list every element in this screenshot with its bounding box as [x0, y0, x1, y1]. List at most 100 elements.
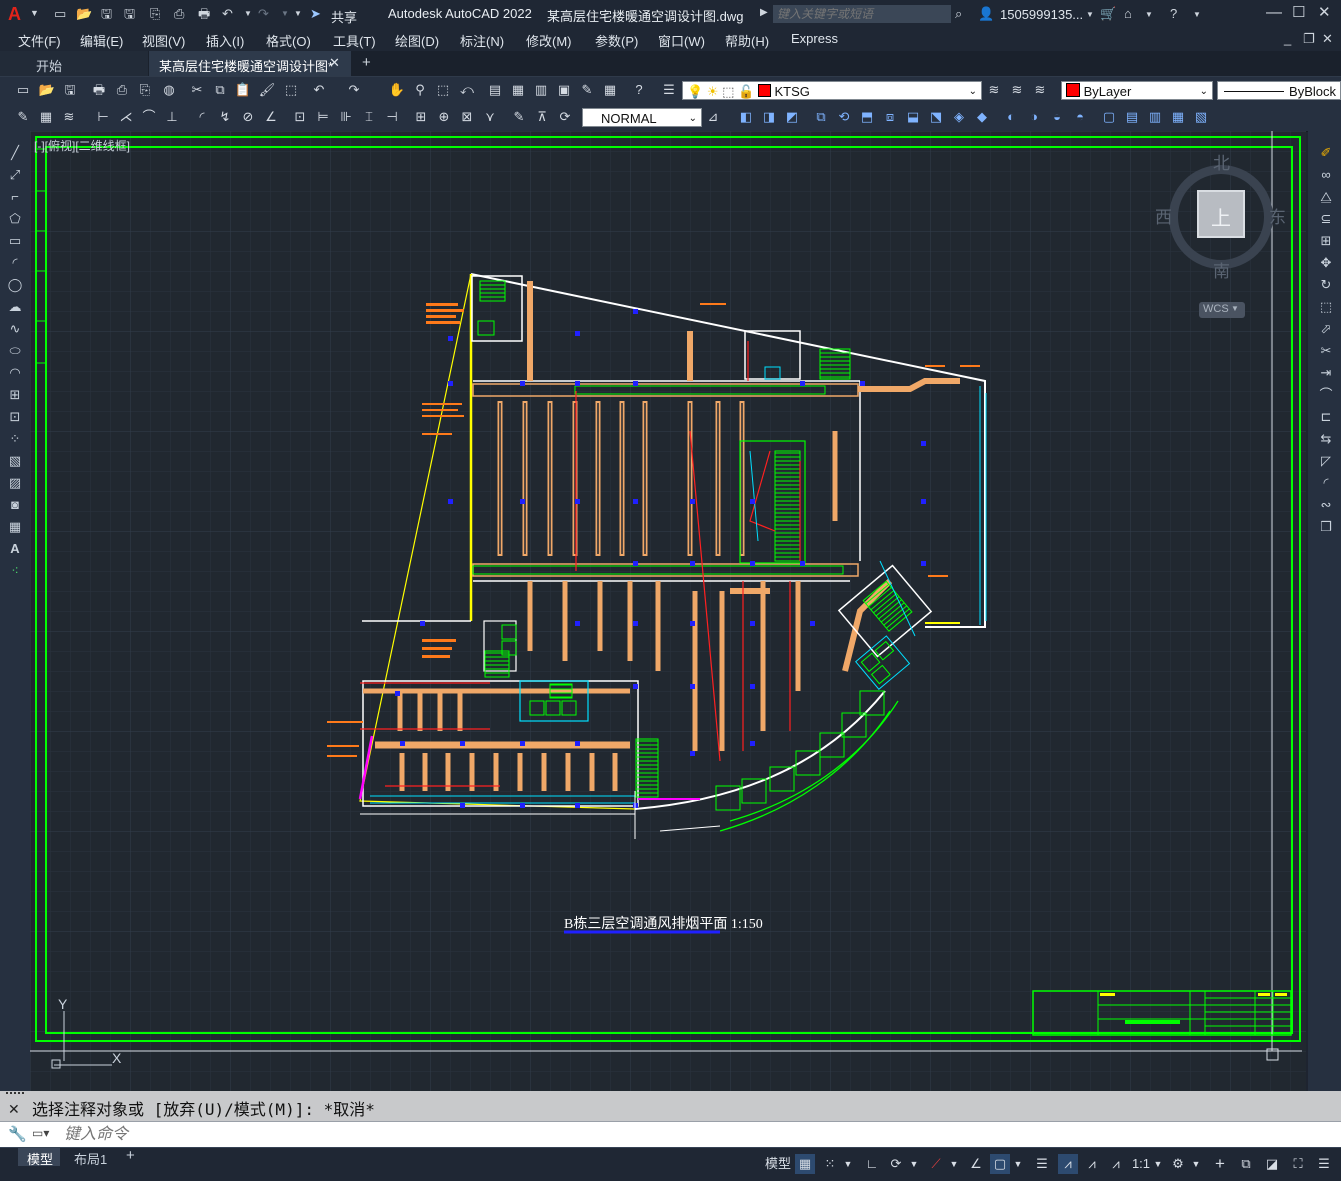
auto-scale-icon[interactable]: ⩘	[1082, 1154, 1102, 1174]
annotation-scale-icon[interactable]: ⩘	[1106, 1154, 1126, 1174]
add-selected-icon[interactable]: ⁖	[6, 562, 24, 580]
help-dropdown-icon[interactable]: ▼	[1193, 10, 1201, 19]
user-dropdown-icon[interactable]: ▼	[1086, 10, 1094, 19]
menu-express[interactable]: Express	[791, 31, 838, 46]
diameter-dim-icon[interactable]: ⊘	[239, 108, 257, 126]
tab-start[interactable]: 开始	[0, 51, 148, 76]
compass-south[interactable]: 南	[1213, 257, 1230, 282]
sheet-set-icon[interactable]: ▣	[555, 81, 573, 99]
zoom-previous-icon[interactable]: ⤺	[458, 81, 476, 99]
osnap-icon[interactable]: ▢	[990, 1154, 1010, 1174]
tool-palettes-icon[interactable]: ▥	[532, 81, 550, 99]
gradient-icon[interactable]: ▨	[6, 474, 24, 492]
shell-icon[interactable]: ▢	[1100, 108, 1118, 126]
help-icon[interactable]: ?	[630, 81, 648, 99]
extrude-icon[interactable]: ⬔	[927, 108, 945, 126]
arc-length-icon[interactable]: ⌒	[140, 108, 158, 126]
customization-menu-icon[interactable]: ☰	[1314, 1154, 1334, 1174]
help-icon[interactable]: ?	[1170, 4, 1177, 24]
pan-icon[interactable]: ✋	[388, 81, 406, 99]
3d-union-icon[interactable]: ◩	[783, 108, 801, 126]
layer-dropdown[interactable]: 💡 ☀ ⬚ 🔓 KTSG ⌄	[682, 81, 982, 100]
undo-dropdown-icon[interactable]: ▼	[244, 9, 252, 18]
blend-curves-icon[interactable]: ∾	[1317, 496, 1335, 514]
3d-move-icon[interactable]: ⧉	[812, 108, 830, 126]
compass-west[interactable]: 西	[1155, 203, 1172, 228]
style-chevron-down-icon[interactable]: ⌄	[689, 109, 697, 128]
mirror-icon[interactable]: ⧋	[1317, 188, 1335, 206]
gear-icon[interactable]: ⚙	[1168, 1154, 1188, 1174]
menu-modify[interactable]: 修改(M)	[526, 31, 572, 50]
user-icon[interactable]: 👤	[978, 4, 994, 24]
linetype-dropdown[interactable]: ByBlock	[1217, 81, 1341, 100]
3d-align-icon[interactable]: ⬒	[858, 108, 876, 126]
app-dropdown-icon[interactable]: ▼	[1145, 10, 1153, 19]
open-file-icon[interactable]: 📂	[76, 4, 92, 24]
drawing-canvas[interactable]: B栋三层空调通风排烟平面 1:150 Y X [-][俯视][二维线框] 上 北…	[30, 131, 1306, 1091]
lineweight-icon[interactable]: ☰	[1032, 1154, 1052, 1174]
save-icon[interactable]: 🖫	[61, 81, 79, 99]
clean-screen-icon[interactable]: ⛶	[1288, 1154, 1308, 1174]
match-props-icon[interactable]: 🖌	[258, 81, 276, 99]
dim-edit-icon[interactable]: ✎	[510, 108, 528, 126]
section-icon[interactable]: ◑	[1025, 108, 1043, 126]
doc-minimize-icon[interactable]: _	[1284, 29, 1291, 49]
open-web-icon[interactable]: ⎘	[150, 4, 160, 24]
new-tab-icon[interactable]: +	[362, 54, 371, 71]
insert-block-icon[interactable]: ⊞	[6, 386, 24, 404]
multiline-text-icon[interactable]: A	[6, 540, 24, 558]
dim-break-icon[interactable]: ⊣	[383, 108, 401, 126]
break-at-point-icon[interactable]: ⌒	[1317, 386, 1335, 404]
copy-object-icon[interactable]: ∞	[1317, 166, 1335, 184]
wrench-icon[interactable]: 🔧	[8, 1125, 27, 1143]
command-input[interactable]	[62, 1123, 1336, 1147]
extend-icon[interactable]: ⇥	[1317, 364, 1335, 382]
app-menu-chevron-icon[interactable]: ▼	[30, 8, 39, 18]
fillet-icon[interactable]: ◜	[1317, 474, 1335, 492]
jogged-linear-icon[interactable]: ⋎	[481, 108, 499, 126]
revision-cloud-icon[interactable]: ☁	[6, 298, 24, 316]
snap-icon[interactable]: ⁙	[820, 1154, 840, 1174]
new-file-icon[interactable]: ▭	[54, 4, 66, 24]
dim-style-dropdown[interactable]: NORMAL ⌄	[582, 108, 702, 127]
interfere-icon[interactable]: ◒	[1048, 108, 1066, 126]
menu-window[interactable]: 窗口(W)	[658, 31, 705, 50]
save-as-icon[interactable]: 🖫	[124, 4, 135, 24]
edit-icon[interactable]: ✎	[14, 108, 32, 126]
design-center-icon[interactable]: ▦	[509, 81, 527, 99]
redo-icon[interactable]: ↷	[345, 81, 363, 99]
polar-icon[interactable]: ⟳	[886, 1154, 906, 1174]
tab-layout1[interactable]: 布局1	[74, 1149, 107, 1168]
compass-north[interactable]: 北	[1213, 149, 1230, 174]
maximize-icon[interactable]: ☐	[1292, 3, 1305, 23]
region-icon[interactable]: ◙	[6, 496, 24, 514]
polyline-icon[interactable]: ⌐	[6, 188, 24, 206]
inspect-icon[interactable]: ⊠	[458, 108, 476, 126]
layer-chevron-down-icon[interactable]: ⌄	[969, 82, 977, 101]
center-mark-icon[interactable]: ⊕	[435, 108, 453, 126]
angular-dim-icon[interactable]: ∠	[262, 108, 280, 126]
rectangle-icon[interactable]: ▭	[6, 232, 24, 250]
continue-dim-icon[interactable]: ⊪	[337, 108, 355, 126]
menu-dimension[interactable]: 标注(N)	[460, 31, 504, 50]
scale-dropdown-icon[interactable]: ▼	[1152, 1154, 1164, 1174]
make-current-icon[interactable]: ≋	[985, 81, 1003, 99]
add-layout-icon[interactable]: +	[126, 1147, 135, 1164]
layer-previous-icon[interactable]: ≋	[1031, 81, 1049, 99]
share-label[interactable]: 共享	[331, 7, 357, 26]
3d-rotate-icon[interactable]: ⟲	[835, 108, 853, 126]
isolate-objects-icon[interactable]: ⧉	[1236, 1154, 1256, 1174]
block-editor-icon[interactable]: ⬚	[282, 81, 300, 99]
linear-dim-icon[interactable]: ⊢	[94, 108, 112, 126]
line-icon[interactable]: ╱	[6, 144, 24, 162]
new-icon[interactable]: ▭	[14, 81, 32, 99]
quick-dim-icon[interactable]: ⊡	[291, 108, 309, 126]
spline-icon[interactable]: ∿	[6, 320, 24, 338]
polygon-icon[interactable]: ⬠	[6, 210, 24, 228]
layer-match-icon[interactable]: ≋	[1008, 81, 1026, 99]
color-dropdown[interactable]: ByLayer ⌄	[1061, 81, 1213, 100]
tab-active-document[interactable]: 某高层住宅楼暖通空调设计图* ✕	[149, 51, 351, 76]
copy-icon[interactable]: ⧉	[211, 81, 229, 99]
wcs-menu[interactable]: WCS ▼	[1199, 302, 1245, 318]
table-icon[interactable]: ▦	[6, 518, 24, 536]
